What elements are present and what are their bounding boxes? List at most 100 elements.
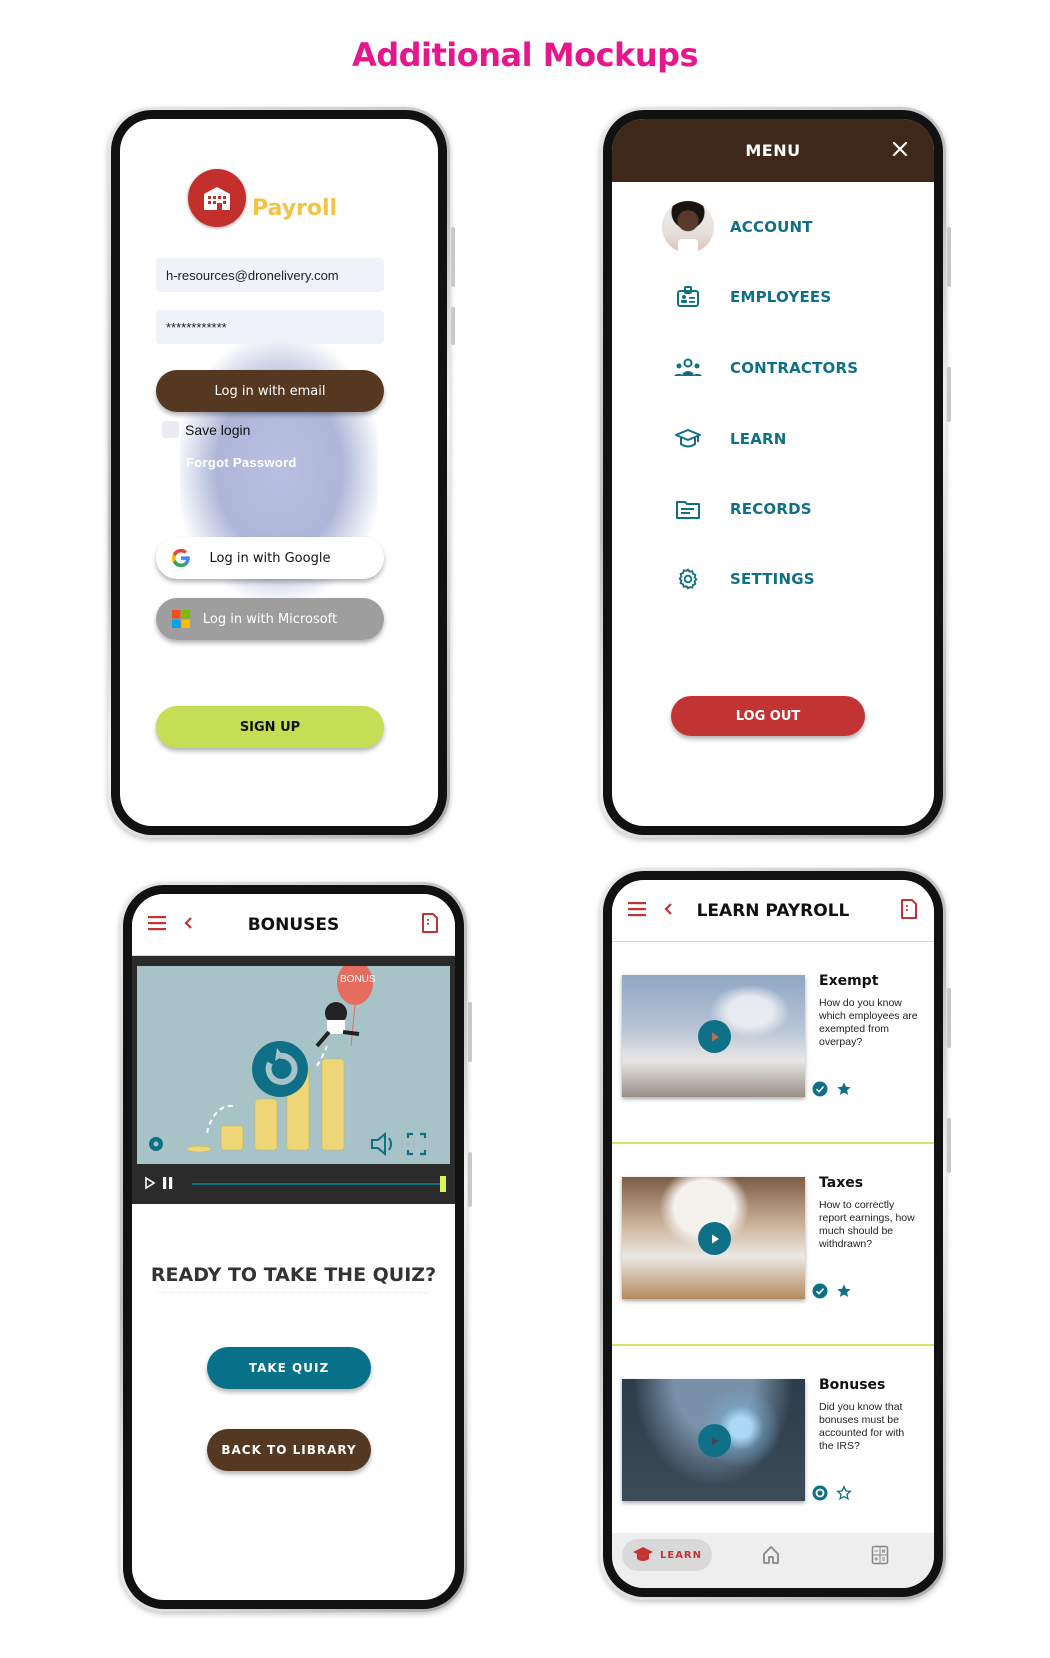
phone-login: Affinity Payroll Log in with email Save …: [108, 107, 455, 838]
star-outline-icon[interactable]: [836, 1485, 852, 1501]
lesson-status: [812, 1283, 852, 1299]
login-microsoft-label: Log in with Microsoft: [202, 611, 338, 627]
completed-check-icon: [812, 1283, 828, 1299]
group-icon: [674, 358, 702, 376]
menu-item-account[interactable]: ACCOUNT: [662, 201, 813, 253]
lesson-thumbnail[interactable]: [622, 1379, 805, 1501]
document-icon[interactable]: [900, 898, 918, 920]
page-title: Additional Mockups: [351, 36, 699, 74]
menu-item-label: LEARN: [730, 430, 787, 448]
menu-title: MENU: [745, 141, 801, 160]
document-icon[interactable]: [421, 912, 439, 934]
lesson-description: How to correctly report earnings, how mu…: [819, 1199, 915, 1250]
bottom-navigation: LEARN: [612, 1533, 934, 1588]
google-icon: [171, 548, 190, 568]
phone-menu: MENU ACCOUNT EMPLOYEES CONTRACTORS LEARN…: [600, 107, 951, 838]
menu-item-label: CONTRACTORS: [730, 359, 859, 377]
calculator-icon[interactable]: [871, 1545, 889, 1565]
play-icon: [711, 1032, 719, 1041]
logout-button[interactable]: LOG OUT: [671, 696, 865, 736]
phone-side-button: [468, 1152, 472, 1207]
balloon-text: BONUS: [340, 974, 376, 985]
lesson-title: Bonuses: [819, 1377, 886, 1393]
lesson-title: Taxes: [819, 1175, 864, 1191]
learn-screen: LEARN PAYROLL Exempt How do you know whi…: [612, 880, 934, 1588]
screen-title: LEARN PAYROLL: [696, 900, 850, 921]
password-field[interactable]: [156, 310, 384, 344]
close-icon[interactable]: [888, 137, 912, 161]
back-to-library-button[interactable]: BACK TO LIBRARY: [207, 1429, 371, 1471]
settings-gear-icon: [149, 1137, 163, 1151]
home-icon[interactable]: [760, 1544, 782, 1566]
menu-item-label: SETTINGS: [730, 570, 815, 588]
phone-side-button: [947, 1118, 951, 1173]
menu-item-label: EMPLOYEES: [730, 288, 832, 306]
gear-icon: [678, 568, 698, 590]
phone-side-button: [468, 1002, 472, 1062]
balloon-icon: [337, 966, 373, 1005]
pause-icon[interactable]: [162, 1176, 174, 1190]
video-player[interactable]: BONUS: [132, 956, 455, 1204]
video-frame[interactable]: BONUS: [137, 966, 450, 1164]
menu-header: MENU: [612, 119, 934, 182]
star-filled-icon[interactable]: [836, 1081, 852, 1097]
lesson-status: [812, 1081, 852, 1097]
back-chevron-icon[interactable]: [662, 901, 674, 917]
menu-item-label: ACCOUNT: [730, 218, 813, 236]
hamburger-menu-icon[interactable]: [628, 901, 646, 917]
lesson-title: Exempt: [819, 973, 879, 989]
screen-title: BONUSES: [247, 914, 340, 935]
phone-side-button: [947, 367, 951, 422]
login-google-button[interactable]: Log in with Google: [156, 537, 384, 579]
play-button[interactable]: [698, 1222, 731, 1255]
video-illustration: BONUS: [149, 966, 427, 1157]
phone-bonuses: BONUSES BONUS READY TO TAKE THE QUIZ? TA…: [120, 882, 472, 1612]
menu-item-employees[interactable]: EMPLOYEES: [662, 271, 831, 323]
menu-item-contractors[interactable]: CONTRACTORS: [662, 342, 858, 394]
lesson-item[interactable]: Exempt How do you know which employees a…: [612, 942, 934, 1144]
hamburger-menu-icon[interactable]: [148, 915, 166, 931]
menu-screen: MENU ACCOUNT EMPLOYEES CONTRACTORS LEARN…: [612, 119, 934, 826]
app-header: BONUSES: [132, 894, 455, 956]
save-login-checkbox[interactable]: [162, 421, 179, 438]
take-quiz-button[interactable]: TAKE QUIZ: [207, 1347, 371, 1389]
email-field[interactable]: [156, 258, 384, 292]
star-filled-icon[interactable]: [836, 1283, 852, 1299]
video-progress-handle[interactable]: [440, 1176, 446, 1192]
video-controls: [132, 1164, 455, 1204]
login-microsoft-button[interactable]: Log in with Microsoft: [156, 598, 384, 640]
lesson-item[interactable]: Bonuses Did you know that bonuses must b…: [612, 1346, 934, 1548]
phone-side-button: [947, 227, 951, 287]
lesson-item[interactable]: Taxes How to correctly report earnings, …: [612, 1144, 934, 1346]
fullscreen-icon: [406, 1132, 427, 1156]
phone-side-button: [451, 307, 455, 345]
in-progress-icon: [812, 1485, 828, 1501]
forgot-password-link[interactable]: Forgot Password: [186, 455, 297, 470]
folder-icon: [676, 501, 700, 519]
lesson-thumbnail[interactable]: [622, 1177, 805, 1299]
save-login-label: Save login: [185, 421, 251, 438]
play-button[interactable]: [698, 1020, 731, 1053]
phone-learn: LEARN PAYROLL Exempt How do you know whi…: [600, 868, 951, 1600]
login-email-button[interactable]: Log in with email: [156, 370, 384, 412]
lesson-thumbnail[interactable]: [622, 975, 805, 1097]
play-icon[interactable]: [144, 1176, 156, 1190]
menu-item-learn[interactable]: LEARN: [662, 413, 787, 465]
play-icon: [711, 1234, 719, 1243]
brand-logo: Affinity Payroll: [188, 169, 354, 227]
menu-item-settings[interactable]: SETTINGS: [662, 553, 815, 605]
play-icon: [711, 1436, 719, 1445]
login-screen: Affinity Payroll Log in with email Save …: [120, 119, 438, 826]
volume-icon: [371, 1131, 392, 1157]
signup-button[interactable]: SIGN UP: [156, 706, 384, 748]
back-chevron-icon[interactable]: [182, 915, 194, 931]
graduation-cap-icon: [632, 1547, 653, 1561]
id-badge-icon: [677, 286, 699, 307]
video-progress-bar[interactable]: [192, 1183, 441, 1185]
save-login-row[interactable]: Save login: [162, 421, 250, 438]
nav-learn-tab[interactable]: LEARN: [622, 1539, 712, 1571]
brand-subname: Payroll: [252, 196, 338, 222]
play-button[interactable]: [698, 1424, 731, 1457]
menu-item-records[interactable]: RECORDS: [662, 483, 812, 535]
app-header: LEARN PAYROLL: [612, 880, 934, 942]
